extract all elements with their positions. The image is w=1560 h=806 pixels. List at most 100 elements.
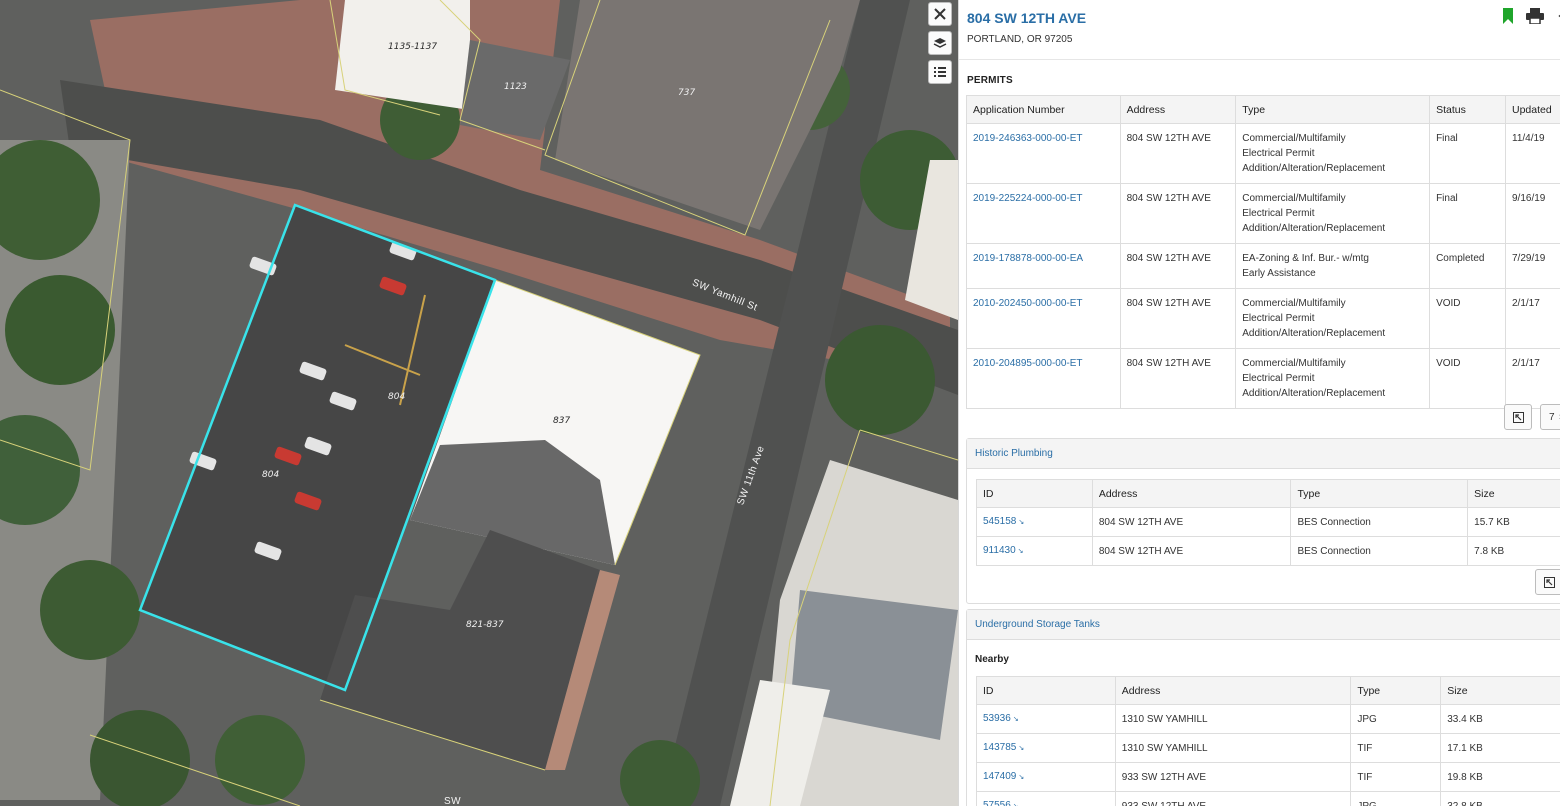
table-row: 911430 ↘ 804 SW 12TH AVE BES Connection 7… <box>976 536 1560 566</box>
external-link-icon: ↘ <box>1018 745 1025 752</box>
plumbing-address: 804 SW 12TH AVE <box>1091 507 1292 537</box>
page-size-select[interactable]: 7 ⇕ <box>1540 404 1560 430</box>
permits-section-title: PERMITS <box>967 75 1013 86</box>
column-header[interactable]: Size <box>1440 676 1560 705</box>
column-header[interactable]: Address <box>1114 676 1352 705</box>
historic-plumbing-table: ID Address Type Size 545158 ↘ 804 SW 12TH… <box>976 479 1560 566</box>
ust-id-link[interactable]: 57556↘ <box>976 791 1116 806</box>
permit-type: EA-Zoning & Inf. Bur.- w/mtg Early Assist… <box>1235 243 1431 289</box>
map-toolbar <box>928 2 952 84</box>
bookmark-icon[interactable] <box>1502 8 1514 24</box>
historic-plumbing-section: Historic Plumbing ID Address Type Size 5… <box>966 438 1560 604</box>
permit-status: VOID <box>1429 288 1506 349</box>
ust-id-link[interactable]: 143785 ↘ <box>976 733 1116 763</box>
permits-table: Application Number Address Type Status U… <box>966 95 1560 409</box>
permit-updated: 11/4/19 <box>1505 123 1560 184</box>
column-header[interactable]: Status <box>1429 95 1506 124</box>
expand-icon <box>1512 411 1524 423</box>
permit-application-link[interactable]: 2019-225224-000-00-ET <box>966 183 1121 244</box>
legend-list-button[interactable] <box>928 60 952 84</box>
property-city-state-zip: PORTLAND, OR 97205 <box>967 34 1073 45</box>
table-row: 57556↘ 933 SW 12TH AVE JPG 32.8 KB <box>976 791 1560 806</box>
plumbing-size: 15.7 KB <box>1467 507 1560 537</box>
ust-type: TIF <box>1350 733 1442 763</box>
permit-address: 804 SW 12TH AVE <box>1119 123 1237 184</box>
permit-type: Commercial/Multifamily Electrical Permit A… <box>1235 183 1431 244</box>
plumbing-type: BES Connection <box>1290 507 1469 537</box>
column-header[interactable]: Address <box>1091 479 1292 508</box>
external-link-icon: ↘ <box>1012 716 1019 723</box>
parcel-label: 804 <box>388 392 406 402</box>
plumbing-id-link[interactable]: 911430 ↘ <box>976 536 1093 566</box>
permit-status: VOID <box>1429 348 1506 409</box>
column-header[interactable]: Type <box>1350 676 1442 705</box>
property-address-title: 804 SW 12TH AVE <box>967 10 1087 26</box>
list-icon <box>934 67 946 77</box>
column-header[interactable]: Application Number <box>966 95 1121 124</box>
external-link-icon: ↘ <box>1018 519 1025 526</box>
parcel-label: 1135-1137 <box>388 42 438 52</box>
parcel-label: 837 <box>553 416 571 426</box>
expand-icon <box>1543 576 1555 588</box>
ust-type: TIF <box>1350 762 1442 792</box>
external-link-icon: ↘ <box>1018 774 1025 781</box>
aerial-imagery <box>0 0 958 806</box>
permit-status: Completed <box>1429 243 1506 289</box>
plumbing-id-link[interactable]: 545158 ↘ <box>976 507 1093 537</box>
parcel-label: 821-837 <box>466 620 504 630</box>
expand-plumbing-button[interactable] <box>1535 569 1560 595</box>
ust-size: 33.4 KB <box>1440 704 1560 734</box>
column-header[interactable]: Updated <box>1505 95 1560 124</box>
table-row: 2010-202450-000-00-ET 804 SW 12TH AVE Co… <box>966 288 1560 349</box>
close-map-tool-button[interactable] <box>928 2 952 26</box>
permit-type: Commercial/Multifamily Electrical Permit A… <box>1235 288 1431 349</box>
layers-icon <box>933 38 947 48</box>
column-header[interactable]: ID <box>976 479 1093 508</box>
ust-header[interactable]: Underground Storage Tanks <box>967 610 1560 640</box>
permit-status: Final <box>1429 183 1506 244</box>
street-label: SW <box>444 796 462 806</box>
parcel-label: 737 <box>678 88 696 98</box>
permit-updated: 9/16/19 <box>1505 183 1560 244</box>
permit-application-link[interactable]: 2019-246363-000-00-ET <box>966 123 1121 184</box>
table-row: 2019-246363-000-00-ET 804 SW 12TH AVE Co… <box>966 123 1560 184</box>
layers-button[interactable] <box>928 31 952 55</box>
permits-pager: 7 ⇕ <box>1504 404 1560 430</box>
ust-address: 1310 SW YAMHILL <box>1114 704 1352 734</box>
permit-address: 804 SW 12TH AVE <box>1119 288 1237 349</box>
panel-header: 804 SW 12TH AVE PORTLAND, OR 97205 <box>959 0 1560 60</box>
column-header[interactable]: Size <box>1467 479 1560 508</box>
header-actions <box>1502 8 1560 24</box>
permit-application-link[interactable]: 2019-178878-000-00-EA <box>966 243 1121 289</box>
ust-id-link[interactable]: 53936 ↘ <box>976 704 1116 734</box>
historic-plumbing-header[interactable]: Historic Plumbing <box>967 439 1560 469</box>
close-icon <box>934 8 946 20</box>
ust-id-link[interactable]: 147409 ↘ <box>976 762 1116 792</box>
permit-updated: 2/1/17 <box>1505 348 1560 409</box>
column-header[interactable]: Type <box>1235 95 1431 124</box>
print-icon[interactable] <box>1526 8 1544 24</box>
permit-address: 804 SW 12TH AVE <box>1119 348 1237 409</box>
nearby-label: Nearby <box>975 654 1009 665</box>
ust-address: 933 SW 12TH AVE <box>1114 762 1352 792</box>
column-header[interactable]: ID <box>976 676 1116 705</box>
table-row: 147409 ↘ 933 SW 12TH AVE TIF 19.8 KB <box>976 762 1560 792</box>
ust-size: 17.1 KB <box>1440 733 1560 763</box>
permit-application-link[interactable]: 2010-204895-000-00-ET <box>966 348 1121 409</box>
table-row: 2019-225224-000-00-ET 804 SW 12TH AVE Co… <box>966 183 1560 244</box>
ust-size: 19.8 KB <box>1440 762 1560 792</box>
permit-updated: 2/1/17 <box>1505 288 1560 349</box>
share-icon[interactable] <box>1556 8 1560 24</box>
map-view[interactable]: 1135-1137 1123 737 804 837 804 821-837 S… <box>0 0 958 806</box>
column-header[interactable]: Type <box>1290 479 1469 508</box>
column-header[interactable]: Address <box>1119 95 1237 124</box>
ust-size: 32.8 KB <box>1440 791 1560 806</box>
permit-status: Final <box>1429 123 1506 184</box>
plumbing-size: 7.8 KB <box>1467 536 1560 566</box>
ust-type: JPG <box>1350 704 1442 734</box>
ust-type: JPG <box>1350 791 1442 806</box>
permit-type: Commercial/Multifamily Electrical Permit A… <box>1235 348 1431 409</box>
expand-permits-button[interactable] <box>1504 404 1532 430</box>
permit-application-link[interactable]: 2010-202450-000-00-ET <box>966 288 1121 349</box>
table-row: 2019-178878-000-00-EA 804 SW 12TH AVE EA… <box>966 243 1560 289</box>
